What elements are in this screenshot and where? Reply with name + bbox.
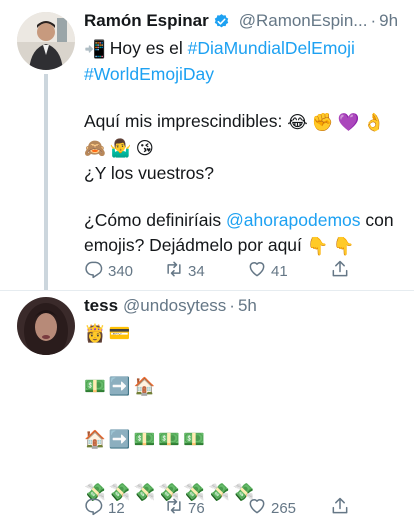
like-button[interactable]: 41 (247, 259, 288, 283)
user-handle[interactable]: @undosytess (123, 295, 226, 317)
tweet-header: tess @undosytess · 5h (84, 295, 404, 317)
pointing-down-emoji: 👇 (332, 235, 355, 256)
laughing-emoji: 😂 (287, 111, 308, 132)
arrow-right-emoji: ➡️ (108, 376, 131, 396)
reply-button[interactable]: 12 (84, 496, 125, 520)
display-name[interactable]: Ramón Espinar (84, 10, 209, 32)
kiss-emoji: 😘 (135, 137, 154, 158)
credit-card-emoji: 💳 (108, 323, 131, 343)
fist-emoji: ✊ (311, 111, 334, 132)
tweet-header: Ramón Espinar @RamonEspin... · 9h (84, 10, 404, 32)
like-button[interactable]: 265 (247, 496, 296, 520)
text-segment: con (360, 209, 394, 230)
dollar-emoji: 💵 (158, 429, 181, 449)
arrow-right-emoji: ➡️ (108, 429, 131, 449)
retweet-icon (164, 259, 188, 283)
reply-button[interactable]: 340 (84, 259, 133, 283)
reply-icon (84, 496, 108, 520)
hashtag-link[interactable]: #WorldEmojiDay (84, 64, 214, 84)
timestamp[interactable]: 9h (379, 10, 398, 32)
reply-count: 340 (108, 262, 134, 280)
dollar-emoji: 💵 (133, 429, 156, 449)
like-icon (247, 259, 271, 283)
text-segment: emojis? Dejádmelo por aquí (84, 234, 302, 255)
separator-dot: · (370, 11, 377, 30)
reply-icon (84, 259, 108, 283)
avatar[interactable] (17, 297, 75, 355)
dollar-emoji: 💵 (84, 376, 106, 396)
like-icon (247, 496, 271, 520)
ok-hand-emoji: 👌 (363, 111, 386, 132)
text-segment: Aquí mis imprescindibles: (84, 110, 283, 131)
pointing-down-emoji: 👇 (306, 235, 329, 256)
retweet-icon (164, 496, 188, 520)
tweet-ramon[interactable]: Ramón Espinar @RamonEspin... · 9h 📲 Hoy e… (0, 0, 414, 291)
display-name[interactable]: tess (84, 295, 118, 317)
phone-emoji: 📲 (84, 38, 106, 59)
timestamp[interactable]: 5h (238, 295, 257, 317)
avatar[interactable] (17, 12, 75, 70)
princess-emoji: 👸 (84, 323, 106, 343)
text-segment: ¿Y los vuestros? (84, 162, 215, 183)
hashtag-link[interactable]: #DiaMundialDelEmoji (188, 38, 355, 58)
dollar-emoji: 💵 (183, 429, 205, 449)
tweet-tess[interactable]: tess @undosytess · 5h 👸 💳 💵 ➡️ 🏠 🏠 ➡️ 💵 💵 💵 💸 💸 💸… (0, 291, 414, 524)
like-count: 265 (271, 499, 297, 517)
retweet-button[interactable]: 34 (164, 259, 205, 283)
retweet-count: 76 (188, 499, 205, 517)
house-emoji: 🏠 (133, 376, 156, 396)
thread-line (44, 74, 48, 290)
verified-badge-icon (213, 13, 230, 30)
tweet-text: 👸 💳 💵 ➡️ 🏠 🏠 ➡️ 💵 💵 💵 💸 💸 💸 💸 💸 💸 💸 (84, 321, 404, 505)
text-segment: Hoy es el (109, 38, 188, 58)
shrug-emoji: 🤷‍♂️ (109, 137, 132, 158)
separator-dot: · (229, 296, 235, 315)
tweet-actions: 12 76 265 (84, 496, 384, 520)
house-emoji: 🏠 (84, 429, 106, 449)
share-button[interactable] (330, 259, 354, 283)
retweet-button[interactable]: 76 (164, 496, 205, 520)
share-button[interactable] (330, 496, 354, 520)
retweet-count: 34 (188, 262, 205, 280)
purple-heart-emoji: 💜 (337, 111, 360, 132)
reply-count: 12 (108, 499, 125, 517)
share-icon (330, 259, 354, 283)
user-handle[interactable]: @RamonEspin... (239, 10, 368, 32)
like-count: 41 (271, 262, 288, 280)
text-segment: ¿Cómo definiríais (84, 209, 226, 230)
mention-link[interactable]: @ahorapodemos (226, 210, 361, 230)
tweet-text: 📲 Hoy es el #DiaMundialDelEmoji #WorldEmo… (84, 36, 404, 259)
share-icon (330, 496, 354, 520)
tweet-actions: 340 34 41 (84, 259, 384, 283)
see-no-evil-emoji: 🙈 (84, 137, 106, 158)
